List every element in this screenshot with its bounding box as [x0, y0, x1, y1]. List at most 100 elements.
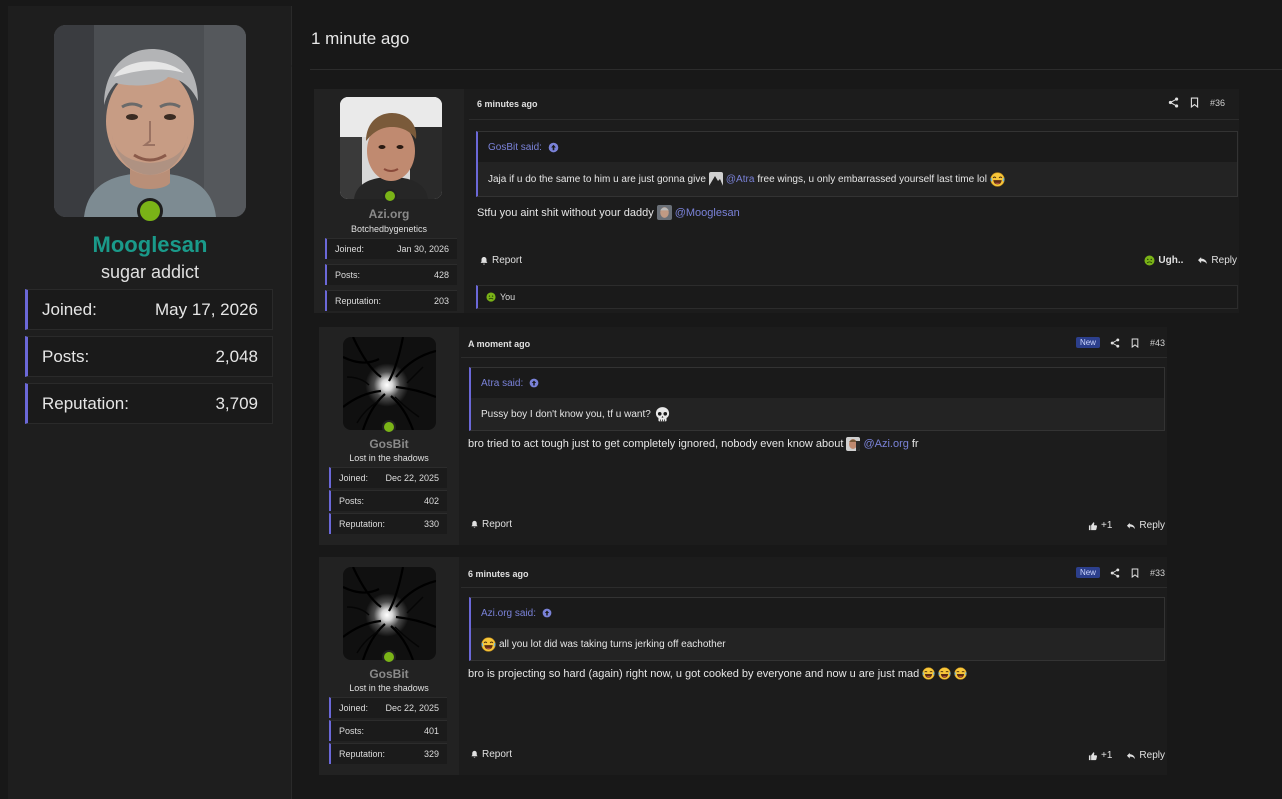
reply-icon — [1126, 751, 1136, 761]
like-button[interactable]: +1 — [1088, 520, 1112, 531]
quote-text: Pussy boy I don't know you, tf u want? — [481, 408, 651, 420]
stat-value: 203 — [433, 296, 449, 306]
stat-joined: Joined: Dec 22, 2025 — [329, 697, 447, 718]
reactions-bar[interactable]: You — [476, 285, 1238, 309]
username[interactable]: Mooglesan — [8, 232, 292, 258]
user-title: Lost in the shadows — [349, 453, 429, 463]
quote-block: Atra said: Pussy boy I don't know you, t… — [469, 367, 1165, 431]
avatar[interactable] — [343, 337, 436, 430]
stat-label: Reputation: — [335, 296, 382, 306]
stat-label: Joined: — [339, 703, 369, 713]
reply-label: Reply — [1211, 255, 1237, 266]
avatar[interactable] — [340, 97, 442, 199]
quote-content: Jaja if u do the same to him u are just … — [478, 162, 1237, 196]
stat-value: 428 — [433, 270, 449, 280]
username[interactable]: GosBit — [319, 437, 459, 451]
share-icon[interactable] — [1168, 97, 1179, 108]
post-time[interactable]: 6 minutes ago — [468, 569, 529, 579]
quote-author[interactable]: GosBit said: — [488, 142, 542, 153]
stat-value: Jan 30, 2026 — [396, 244, 449, 254]
stat-value: 330 — [423, 519, 439, 529]
laughing-emoji-icon — [922, 667, 935, 680]
quote-author[interactable]: Azi.org said: — [481, 608, 536, 619]
reply-button[interactable]: Reply — [1126, 520, 1165, 531]
thumbs-up-icon — [1088, 751, 1098, 761]
stat-label: Joined: — [335, 244, 365, 254]
report-label: Report — [482, 519, 513, 530]
report-button[interactable]: Report — [479, 255, 522, 266]
stat-posts: Posts: 428 — [325, 264, 457, 285]
post-text: bro is projecting so hard (again) right … — [468, 667, 920, 680]
quote-author[interactable]: Atra said: — [481, 378, 523, 389]
share-icon[interactable] — [1110, 568, 1120, 578]
mention-link[interactable]: @Azi.org — [863, 438, 908, 450]
post-author: GosBit Lost in the shadows Joined: Dec 2… — [319, 557, 459, 775]
author-sidebar: Mooglesan sugar addict Joined: May 17, 2… — [8, 6, 292, 799]
bookmark-icon[interactable] — [1189, 97, 1200, 108]
stat-label: Posts: — [335, 270, 361, 280]
report-label: Report — [482, 749, 513, 760]
username[interactable]: Azi.org — [314, 207, 464, 221]
quote-header[interactable]: GosBit said: — [478, 132, 1237, 162]
like-button[interactable]: +1 — [1088, 750, 1112, 761]
laughing-emoji-icon — [954, 667, 967, 680]
post-time[interactable]: A moment ago — [468, 339, 530, 349]
post-number[interactable]: #36 — [1210, 98, 1225, 108]
post-actions: New #43 — [1075, 337, 1165, 348]
stat-joined: Joined: Jan 30, 2026 — [325, 238, 457, 259]
stat-value: 2,048 — [215, 346, 258, 366]
quote-content: Pussy boy I don't know you, tf u want? — [471, 398, 1164, 430]
laughing-emoji-icon — [481, 637, 496, 652]
reply-button[interactable]: Reply — [1126, 750, 1165, 761]
stat-label: Posts: — [42, 346, 90, 366]
skull-emoji-icon — [654, 406, 671, 423]
stat-value: 402 — [423, 496, 439, 506]
bookmark-icon[interactable] — [1130, 568, 1140, 578]
quote-content: all you lot did was taking turns jerking… — [471, 628, 1164, 660]
post-actions: #36 — [1168, 97, 1225, 108]
post-time[interactable]: 6 minutes ago — [477, 99, 538, 109]
online-status-icon — [382, 650, 396, 664]
post-author: GosBit Lost in the shadows Joined: Dec 2… — [319, 327, 459, 545]
divider — [461, 357, 1167, 358]
arrow-up-icon[interactable] — [529, 378, 539, 388]
reply-button[interactable]: Reply — [1197, 255, 1237, 266]
new-badge: New — [1075, 567, 1100, 578]
avatar[interactable] — [54, 25, 246, 217]
quote-header[interactable]: Azi.org said: — [471, 598, 1164, 628]
share-icon[interactable] — [1110, 338, 1120, 348]
sick-emoji-icon — [1144, 255, 1155, 266]
message-time: 1 minute ago — [311, 29, 410, 48]
avatar[interactable] — [343, 567, 436, 660]
reaction-button[interactable]: Ugh.. — [1144, 255, 1183, 266]
post-number[interactable]: #43 — [1150, 338, 1165, 348]
user-title: Botchedbygenetics — [350, 224, 428, 234]
stat-reputation: Reputation: 329 — [329, 743, 447, 764]
bookmark-icon[interactable] — [1130, 338, 1140, 348]
post-number[interactable]: #33 — [1150, 568, 1165, 578]
online-status-icon — [137, 198, 163, 224]
divider — [469, 119, 1239, 120]
post: GosBit Lost in the shadows Joined: Dec 2… — [319, 557, 1167, 775]
report-button[interactable]: Report — [470, 519, 512, 530]
stat-reputation: Reputation: 330 — [329, 513, 447, 534]
stat-label: Posts: — [339, 496, 365, 506]
divider — [310, 69, 1282, 70]
stat-posts: Posts: 401 — [329, 720, 447, 741]
quote-header[interactable]: Atra said: — [471, 368, 1164, 398]
arrow-up-icon[interactable] — [548, 142, 559, 153]
report-button[interactable]: Report — [470, 749, 512, 760]
reply-label: Reply — [1139, 750, 1165, 761]
arrow-up-icon[interactable] — [542, 608, 552, 618]
reacted-by[interactable]: You — [500, 292, 515, 302]
mention-link[interactable]: @Atra — [726, 174, 755, 185]
username[interactable]: GosBit — [319, 667, 459, 681]
post-text: Stfu you aint shit without your daddy — [477, 206, 654, 219]
post-actions: New #33 — [1075, 567, 1165, 578]
stat-label: Reputation: — [42, 393, 129, 413]
user-title: Lost in the shadows — [349, 683, 429, 693]
stat-label: Reputation: — [339, 749, 386, 759]
mention-link[interactable]: @Mooglesan — [675, 207, 740, 219]
bell-icon — [470, 750, 479, 759]
post: GosBit Lost in the shadows Joined: Dec 2… — [319, 327, 1167, 545]
